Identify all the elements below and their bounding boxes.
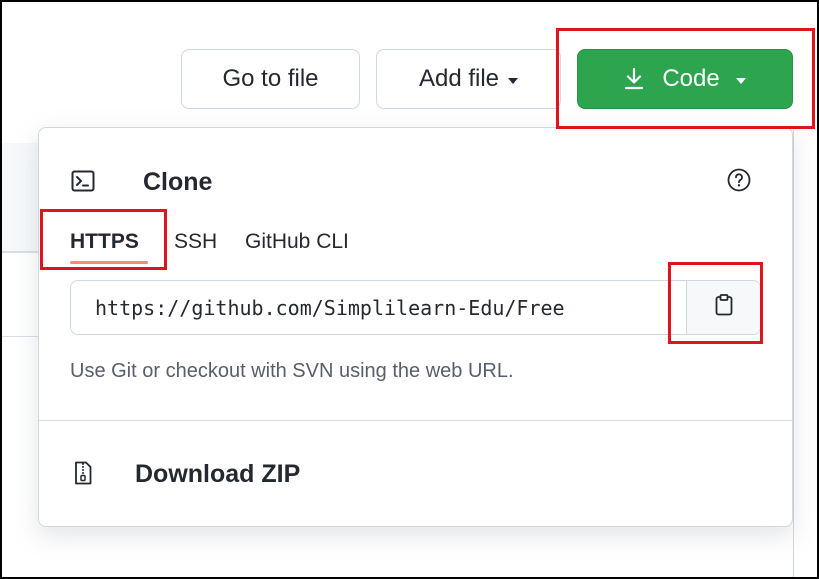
terminal-icon	[71, 170, 95, 197]
tab-ssh[interactable]: SSH	[174, 230, 217, 254]
highlight-code-button	[556, 28, 815, 129]
divider	[2, 336, 38, 337]
caret-down-icon	[508, 77, 519, 84]
divider	[793, 130, 794, 577]
add-file-label: Add file	[418, 65, 500, 92]
add-file-button[interactable]: Add file	[376, 49, 561, 109]
clone-hint-text: Use Git or checkout with SVN using the w…	[70, 360, 514, 382]
tab-github-cli[interactable]: GitHub CLI	[245, 230, 349, 254]
background-panel	[2, 143, 38, 252]
go-to-file-button[interactable]: Go to file	[181, 49, 360, 109]
go-to-file-label: Go to file	[222, 65, 319, 92]
highlight-https-tab	[40, 209, 167, 270]
clone-url-input[interactable]	[71, 281, 686, 334]
dropdown-divider	[39, 420, 792, 421]
clone-url-group	[70, 280, 761, 335]
download-zip-link[interactable]: Download ZIP	[135, 460, 300, 489]
question-icon[interactable]	[727, 168, 751, 197]
divider	[2, 252, 38, 253]
file-zip-icon	[74, 461, 92, 490]
highlight-copy-button	[668, 262, 763, 344]
clone-title: Clone	[143, 168, 213, 196]
